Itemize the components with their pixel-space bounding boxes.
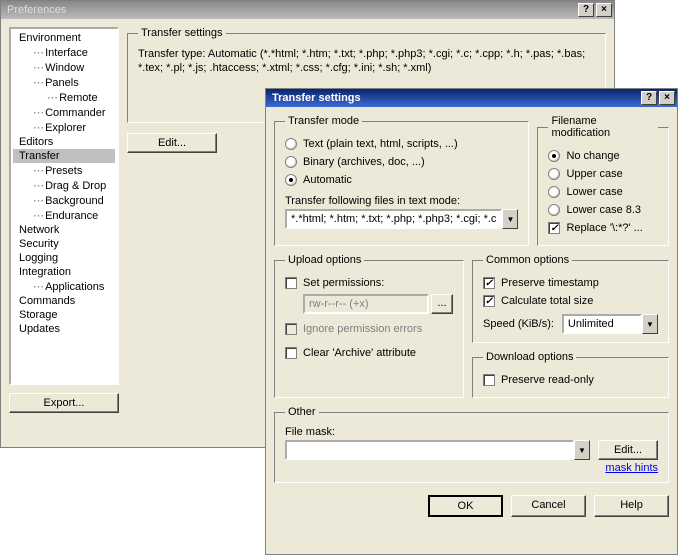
speed-input[interactable]: Unlimited xyxy=(562,314,642,334)
transfer-mode-legend: Transfer mode xyxy=(285,115,362,127)
mode-binary-radio[interactable]: Binary (archives, doc, ...) xyxy=(285,153,518,171)
preserve-readonly-check[interactable]: Preserve read-only xyxy=(483,371,658,389)
help-button[interactable]: Help xyxy=(594,495,669,517)
download-options-legend: Download options xyxy=(483,351,576,363)
transfer-type-text: Transfer type: Automatic (*.*html; *.htm… xyxy=(138,47,595,76)
preferences-title: Preferences xyxy=(7,4,576,16)
transfer-mode-group: Transfer mode Text (plain text, html, sc… xyxy=(274,115,529,246)
tree-transfer[interactable]: Transfer xyxy=(13,149,115,163)
tree-updates[interactable]: Updates xyxy=(13,322,115,336)
filename-nochange-radio[interactable]: No change xyxy=(548,147,658,165)
help-icon[interactable]: ? xyxy=(578,3,594,17)
mask-label: File mask: xyxy=(285,426,658,438)
right-col: Common options Preserve timestamp Calcul… xyxy=(472,254,669,398)
other-group: Other File mask: ▼ Edit... mask hints xyxy=(274,406,669,483)
common-options-group: Common options Preserve timestamp Calcul… xyxy=(472,254,669,343)
filename-lower-radio[interactable]: Lower case xyxy=(548,183,658,201)
speed-label: Speed (KiB/s): xyxy=(483,318,554,330)
upload-options-legend: Upload options xyxy=(285,254,364,266)
mode-automatic-radio[interactable]: Automatic xyxy=(285,171,518,189)
tree-environment[interactable]: Environment xyxy=(13,31,115,45)
transfer-settings-legend: Transfer settings xyxy=(138,27,226,39)
upload-options-group: Upload options Set permissions: rw-r--r-… xyxy=(274,254,464,398)
close-icon[interactable]: × xyxy=(596,3,612,17)
chevron-down-icon[interactable]: ▼ xyxy=(502,209,518,229)
cancel-button[interactable]: Cancel xyxy=(511,495,586,517)
dialog-title: Transfer settings xyxy=(272,92,639,104)
tree-applications[interactable]: Applications xyxy=(13,279,115,294)
tree-endurance[interactable]: Endurance xyxy=(13,208,115,223)
tree-integration[interactable]: Integration xyxy=(13,265,115,279)
tree-presets[interactable]: Presets xyxy=(13,163,115,178)
tree-explorer[interactable]: Explorer xyxy=(13,120,115,135)
mask-combo[interactable]: ▼ xyxy=(285,440,590,460)
help-icon[interactable]: ? xyxy=(641,91,657,105)
filename-replace-check[interactable]: Replace '\:*?' ... xyxy=(548,219,658,237)
tree-security[interactable]: Security xyxy=(13,237,115,251)
download-options-group: Download options Preserve read-only xyxy=(472,351,669,398)
set-permissions-check[interactable]: Set permissions: xyxy=(285,274,453,292)
preserve-timestamp-check[interactable]: Preserve timestamp xyxy=(483,274,658,292)
filename-lower83-radio[interactable]: Lower case 8.3 xyxy=(548,201,658,219)
calculate-size-check[interactable]: Calculate total size xyxy=(483,292,658,310)
tree-background[interactable]: Background xyxy=(13,193,115,208)
tree-panels[interactable]: Panels xyxy=(13,75,115,90)
dialog-titlebar: Transfer settings ? × xyxy=(266,89,677,107)
export-button[interactable]: Export... xyxy=(9,393,119,413)
mode-text-radio[interactable]: Text (plain text, html, scripts, ...) xyxy=(285,135,518,153)
tree-logging[interactable]: Logging xyxy=(13,251,115,265)
ok-button[interactable]: OK xyxy=(428,495,503,517)
tree-col: Environment Interface Window Panels Remo… xyxy=(9,27,119,413)
tree-editors[interactable]: Editors xyxy=(13,135,115,149)
filename-mod-group: Filename modification No change Upper ca… xyxy=(537,115,669,246)
tree-storage[interactable]: Storage xyxy=(13,308,115,322)
close-icon[interactable]: × xyxy=(659,91,675,105)
common-options-legend: Common options xyxy=(483,254,572,266)
transfer-settings-dialog: Transfer settings ? × Transfer mode Text… xyxy=(265,88,678,555)
nav-tree[interactable]: Environment Interface Window Panels Remo… xyxy=(9,27,119,385)
tree-network[interactable]: Network xyxy=(13,223,115,237)
mask-edit-button[interactable]: Edit... xyxy=(598,440,658,460)
tree-interface[interactable]: Interface xyxy=(13,45,115,60)
clear-archive-check[interactable]: Clear 'Archive' attribute xyxy=(285,344,453,362)
mask-input[interactable] xyxy=(285,440,574,460)
dialog-body: Transfer mode Text (plain text, html, sc… xyxy=(266,107,677,525)
permissions-input: rw-r--r-- (+x) xyxy=(303,294,429,314)
tree-commander[interactable]: Commander xyxy=(13,105,115,120)
tree-commands[interactable]: Commands xyxy=(13,294,115,308)
tree-remote[interactable]: Remote xyxy=(13,90,115,105)
chevron-down-icon[interactable]: ▼ xyxy=(642,314,658,334)
speed-combo[interactable]: Unlimited ▼ xyxy=(562,314,658,334)
tree-window[interactable]: Window xyxy=(13,60,115,75)
follow-label: Transfer following files in text mode: xyxy=(285,189,518,209)
preferences-titlebar: Preferences ? × xyxy=(1,1,614,19)
follow-input[interactable]: *.*html; *.htm; *.txt; *.php; *.php3; *.… xyxy=(285,209,502,229)
filename-upper-radio[interactable]: Upper case xyxy=(548,165,658,183)
follow-combo[interactable]: *.*html; *.htm; *.txt; *.php; *.php3; *.… xyxy=(285,209,518,229)
mask-hints-link[interactable]: mask hints xyxy=(605,462,658,474)
other-legend: Other xyxy=(285,406,319,418)
permissions-button[interactable]: ... xyxy=(431,294,453,314)
tree-dragdrop[interactable]: Drag & Drop xyxy=(13,178,115,193)
ignore-errors-check[interactable]: Ignore permission errors xyxy=(285,320,453,338)
filename-mod-legend: Filename modification xyxy=(548,115,658,139)
chevron-down-icon[interactable]: ▼ xyxy=(574,440,590,460)
edit-button[interactable]: Edit... xyxy=(127,133,217,153)
